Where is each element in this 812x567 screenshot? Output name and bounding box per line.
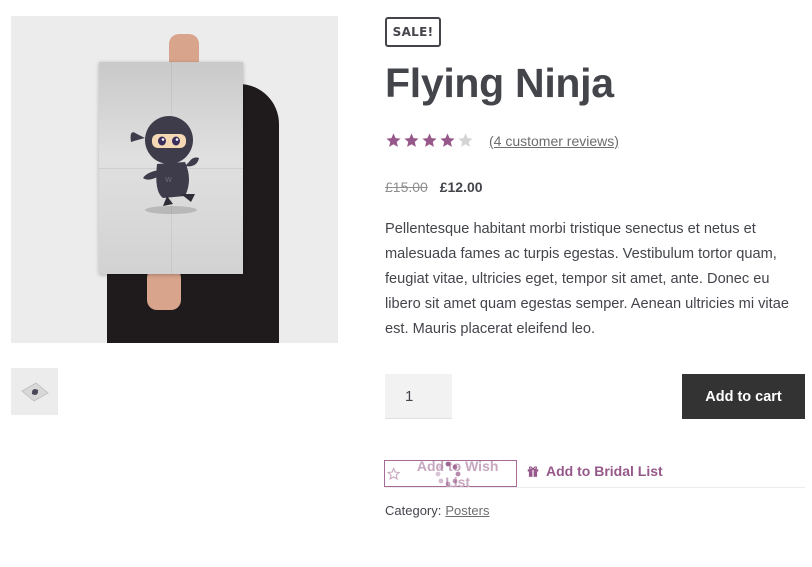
bridal-list-label: Add to Bridal List — [546, 463, 663, 479]
original-price: £15.00 — [385, 179, 428, 195]
ninja-poster: W — [99, 62, 243, 274]
star-icon — [386, 133, 401, 147]
star-rating — [385, 132, 475, 149]
product-thumbnail[interactable] — [11, 368, 58, 415]
star-icon — [458, 133, 473, 147]
category-link[interactable]: Posters — [445, 503, 489, 518]
star-icon — [422, 133, 437, 147]
person-hand-bottom — [147, 268, 181, 310]
product-title: Flying Ninja — [385, 60, 614, 106]
add-to-wishlist-button[interactable]: Add to Wish List — [384, 458, 517, 490]
add-to-bridal-list-button[interactable]: Add to Bridal List — [526, 463, 663, 479]
customer-reviews-link[interactable]: (4 customer reviews) — [489, 133, 619, 149]
gift-icon — [527, 466, 539, 477]
svg-text:W: W — [165, 176, 172, 184]
product-category: Category: Posters — [385, 503, 489, 518]
product-price: £15.00 £12.00 — [385, 179, 483, 195]
sale-badge: SALE! — [385, 17, 441, 47]
product-description: Pellentesque habitant morbi tristique se… — [385, 221, 789, 337]
star-icon — [404, 133, 419, 147]
ninja-illustration: W — [130, 116, 199, 214]
spinner-icon — [435, 461, 461, 487]
star-icon — [440, 133, 455, 147]
product-main-image[interactable]: W — [11, 16, 338, 343]
add-to-cart-button[interactable]: Add to cart — [682, 374, 805, 419]
category-label: Category: — [385, 503, 442, 518]
product-rating: (4 customer reviews) — [385, 132, 619, 149]
quantity-input[interactable] — [385, 374, 452, 419]
sale-price: £12.00 — [439, 179, 483, 195]
poster-thumbnail-icon — [20, 382, 49, 401]
star-outline-icon — [387, 466, 401, 480]
